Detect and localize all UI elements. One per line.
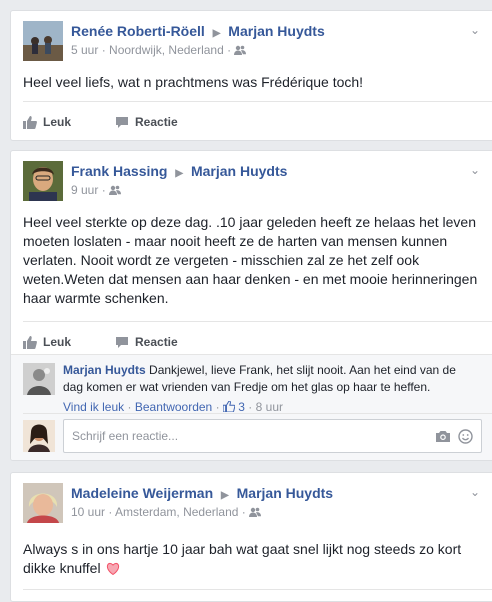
smiley-icon[interactable] <box>458 429 473 444</box>
post-text: Heel veel sterkte op deze dag. .10 jaar … <box>23 213 482 308</box>
post-header: Renée Roberti-Röell ▶ Marjan Huydts 5 uu… <box>11 11 492 61</box>
reply-author[interactable]: Marjan Huydts <box>63 363 146 377</box>
post-meta: 5 uur · Noordwijk, Nederland · <box>71 43 247 57</box>
reply-like-link[interactable]: Vind ik leuk <box>63 400 124 414</box>
comment-button[interactable]: Reactie <box>115 102 178 140</box>
post-location[interactable]: Noordwijk, Nederland <box>109 43 224 57</box>
like-count-icon[interactable] <box>222 400 236 413</box>
post-text-line: dikke knuffel <box>23 560 101 576</box>
avatar[interactable] <box>23 21 63 61</box>
post-location[interactable]: Amsterdam, Nederland <box>115 505 238 519</box>
reply-like-count[interactable]: 3 <box>238 400 245 414</box>
triangle-right-icon: ▶ <box>212 28 221 39</box>
post-text-line: verlaten. Nooit wordt ze vergeten - miss… <box>23 252 420 268</box>
comment-bubble-icon <box>116 336 128 348</box>
author-name[interactable]: Frank Hassing <box>71 163 167 179</box>
triangle-right-icon: ▶ <box>175 168 184 179</box>
reply-text: Dankjewel, lieve Frank, het slijt nooit.… <box>149 363 456 377</box>
post-author-line: Renée Roberti-Röell ▶ Marjan Huydts <box>71 23 325 39</box>
reply-text: dag komen er wat vrienden van Fredje om … <box>63 380 431 394</box>
post-text: Heel veel liefs, wat n prachtmens was Fr… <box>23 74 364 90</box>
friends-icon[interactable] <box>249 507 262 517</box>
post-card-3: Madeleine Weijerman ▶ Marjan Huydts 10 u… <box>10 472 492 602</box>
target-name[interactable]: Marjan Huydts <box>191 163 287 179</box>
chevron-down-icon[interactable]: ⌄ <box>470 23 480 37</box>
reply-answer-link[interactable]: Beantwoorden <box>135 400 212 414</box>
post-time[interactable]: 10 uur <box>71 505 105 519</box>
friends-icon[interactable] <box>109 185 122 195</box>
avatar[interactable] <box>23 483 63 523</box>
post-text-line: Always s in ons hartje 10 jaar bah wat g… <box>23 541 462 557</box>
post-meta: 10 uur · Amsterdam, Nederland · <box>71 505 262 519</box>
comment-bubble-icon <box>116 116 128 128</box>
post-header: Frank Hassing ▶ Marjan Huydts 9 uur · ⌄ <box>11 151 492 201</box>
post-text-line: Heel veel sterkte op deze dag. .10 jaar … <box>23 214 476 230</box>
comment-placeholder: Schrijf een reactie... <box>72 429 179 443</box>
post-author-line: Frank Hassing ▶ Marjan Huydts <box>71 163 287 179</box>
target-name[interactable]: Marjan Huydts <box>237 485 333 501</box>
comments-section: Marjan Huydts Dankjewel, lieve Frank, he… <box>11 354 492 460</box>
author-name[interactable]: Madeleine Weijerman <box>71 485 213 501</box>
post-time[interactable]: 5 uur <box>71 43 98 57</box>
post-meta: 9 uur · <box>71 183 122 197</box>
post-actions: Leuk Reactie <box>23 101 492 140</box>
like-thumb-icon <box>23 115 37 129</box>
post-author-line: Madeleine Weijerman ▶ Marjan Huydts <box>71 485 333 501</box>
post-time[interactable]: 9 uur <box>71 183 98 197</box>
post-text: Always s in ons hartje 10 jaar bah wat g… <box>23 540 482 578</box>
reply-comment: Marjan Huydts Dankjewel, lieve Frank, he… <box>63 362 484 416</box>
comment-input[interactable]: Schrijf een reactie... <box>63 419 482 453</box>
heart-icon <box>107 562 120 576</box>
chevron-down-icon[interactable]: ⌄ <box>470 163 480 177</box>
post-header: Madeleine Weijerman ▶ Marjan Huydts 10 u… <box>11 473 492 523</box>
post-text-line: weten.Weten dat mensen aan haar denken -… <box>23 271 478 287</box>
friends-icon[interactable] <box>234 45 247 55</box>
camera-icon[interactable] <box>435 430 451 443</box>
avatar[interactable] <box>23 161 63 201</box>
avatar[interactable] <box>23 363 55 395</box>
reply-time[interactable]: 8 uur <box>256 400 283 414</box>
like-thumb-icon <box>23 335 37 349</box>
like-button[interactable]: Leuk <box>23 102 71 140</box>
target-name[interactable]: Marjan Huydts <box>228 23 324 39</box>
post-text-line: haar warmte schenken. <box>23 290 169 306</box>
post-card-2: Frank Hassing ▶ Marjan Huydts 9 uur · ⌄ … <box>10 150 492 461</box>
post-card-1: Renée Roberti-Röell ▶ Marjan Huydts 5 uu… <box>10 10 492 141</box>
triangle-right-icon: ▶ <box>221 490 229 501</box>
author-name[interactable]: Renée Roberti-Röell <box>71 23 205 39</box>
post-actions-divider <box>23 589 492 601</box>
chevron-down-icon[interactable]: ⌄ <box>470 485 480 499</box>
post-text-line: moeten loslaten - maar nooit heeft ze de… <box>23 233 448 249</box>
avatar[interactable] <box>23 420 55 452</box>
